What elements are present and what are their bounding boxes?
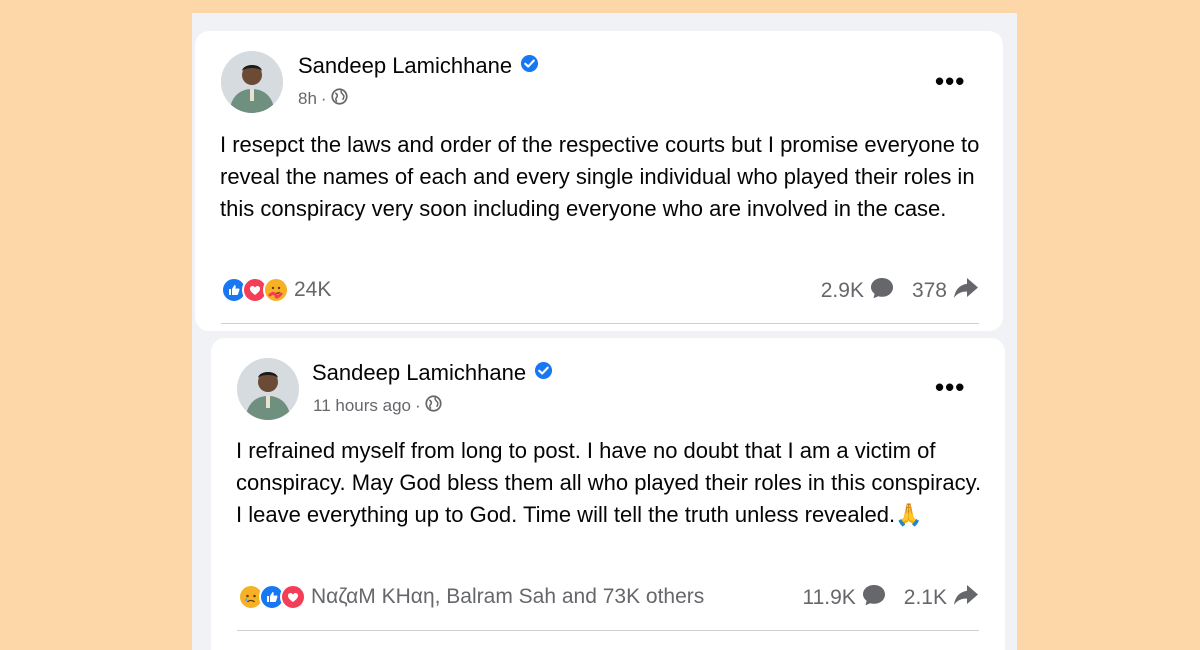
engagement-stats: 11.9K 2.1K [802, 584, 979, 612]
reactions-summary[interactable]: ΝαζαΜ ΚΗαη, Balram Sah and 73K others [238, 584, 704, 610]
love-icon [280, 584, 306, 610]
post-time[interactable]: 11 hours ago [313, 396, 411, 416]
comment-count[interactable]: 2.9K [821, 277, 894, 305]
author-name-text: Sandeep Lamichhane [312, 360, 527, 385]
meta-separator: · [320, 89, 327, 108]
share-count[interactable]: 378 [912, 277, 979, 305]
post-meta: 8h · [298, 88, 348, 110]
reactions-summary[interactable]: 24K [221, 277, 331, 303]
post-text: I resepct the laws and order of the resp… [220, 132, 980, 221]
comment-icon [870, 277, 894, 305]
avatar[interactable] [237, 358, 299, 420]
post-card: Sandeep Lamichhane 8h · ••• I resepct th… [195, 31, 1003, 331]
comment-count[interactable]: 11.9K [802, 584, 885, 612]
post-divider [221, 323, 979, 324]
comment-count-text: 2.9K [820, 279, 864, 302]
comment-icon [862, 584, 886, 612]
post-time[interactable]: 8h [298, 89, 317, 109]
engagement-stats: 2.9K 378 [821, 277, 979, 305]
post-meta: 11 hours ago · [313, 395, 442, 417]
author-name[interactable]: Sandeep Lamichhane [298, 53, 539, 79]
author-name-text: Sandeep Lamichhane [298, 53, 513, 78]
post-text: I refrained myself from long to post. I … [236, 438, 982, 527]
share-icon [953, 277, 979, 305]
care-icon [263, 277, 289, 303]
post-card: Sandeep Lamichhane 11 hours ago · ••• I … [211, 338, 1005, 650]
reaction-count: 24K [294, 278, 332, 301]
reaction-names: ΝαζαΜ ΚΗαη, Balram Sah and 73K others [311, 585, 705, 608]
globe-icon [331, 88, 348, 110]
avatar-image [221, 51, 283, 113]
more-options-icon[interactable]: ••• [935, 68, 965, 94]
verified-badge-icon [520, 53, 539, 79]
share-count-text: 2.1K [903, 586, 947, 609]
verified-badge-icon [534, 360, 553, 386]
meta-separator: · [414, 396, 421, 415]
comment-count-text: 11.9K [802, 586, 856, 609]
share-count[interactable]: 2.1K [904, 584, 979, 612]
avatar-image [237, 358, 299, 420]
share-icon [953, 584, 979, 612]
avatar[interactable] [221, 51, 283, 113]
post-divider [237, 630, 979, 631]
more-options-icon[interactable]: ••• [935, 374, 965, 400]
globe-icon [425, 395, 442, 417]
author-name[interactable]: Sandeep Lamichhane [312, 360, 553, 386]
share-count-text: 378 [911, 279, 947, 302]
